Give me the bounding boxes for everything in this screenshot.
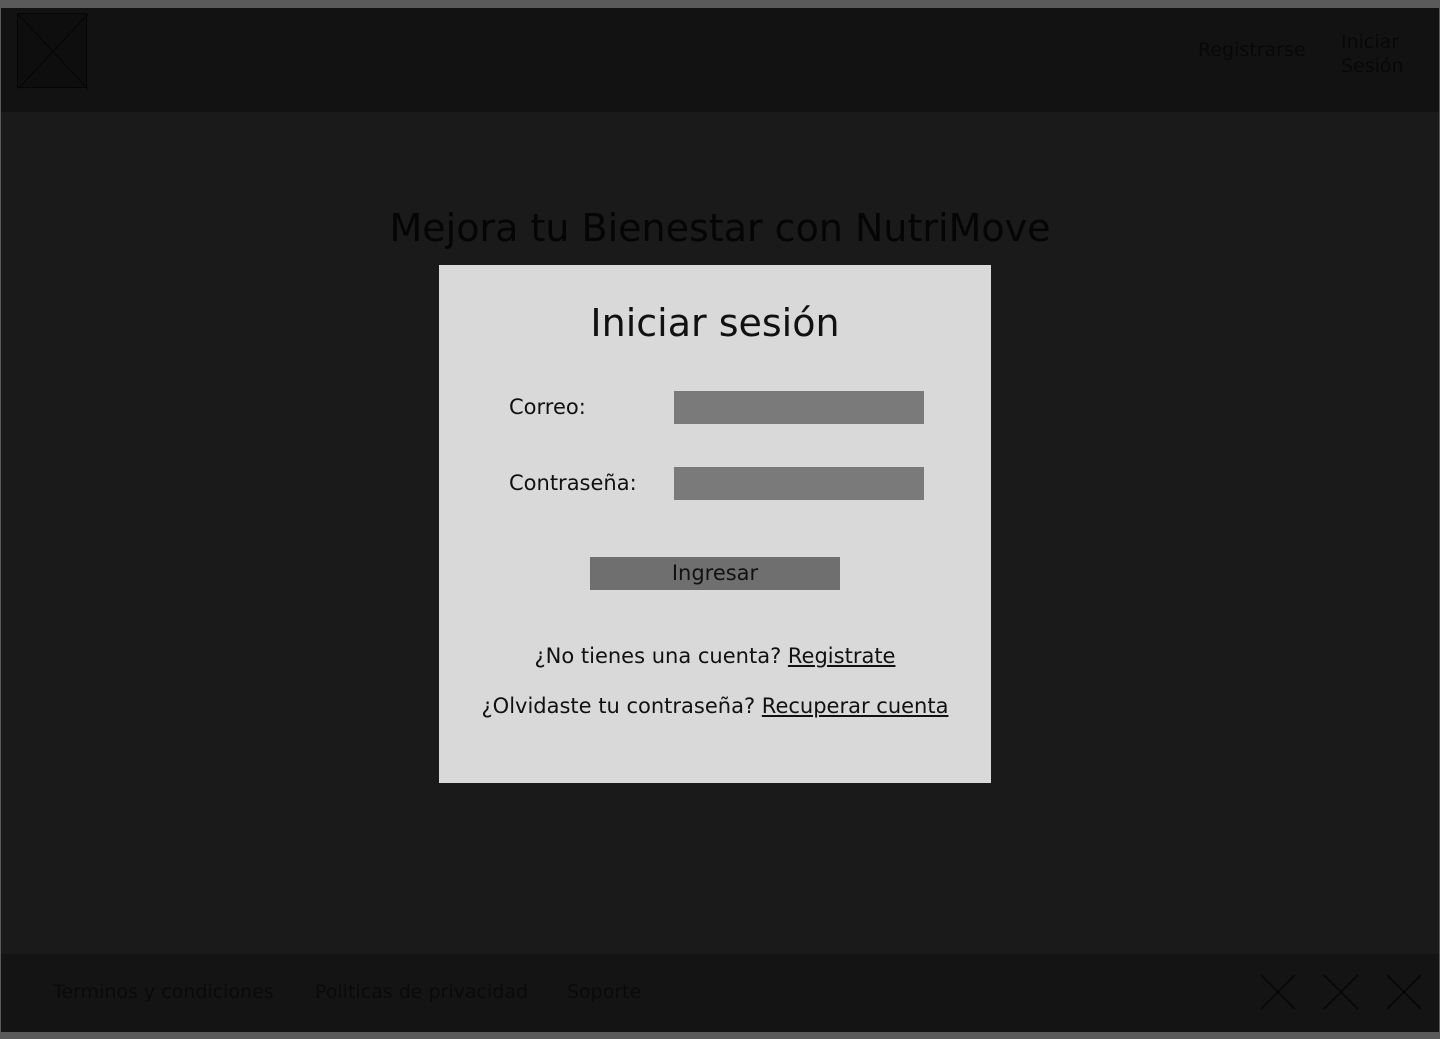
register-prompt: ¿No tienes una cuenta? Registrate bbox=[439, 642, 991, 670]
email-label: Correo: bbox=[509, 395, 586, 419]
social-placeholder-icon[interactable] bbox=[1260, 974, 1296, 1010]
recover-account-link[interactable]: Recuperar cuenta bbox=[762, 694, 949, 718]
nav-login-label-line2: Sesión bbox=[1341, 55, 1404, 77]
social-placeholder-icon[interactable] bbox=[1386, 974, 1422, 1010]
footer-terms-link[interactable]: Terminos y condiciones bbox=[53, 980, 274, 1004]
site-header: Registrarse Iniciar Sesión bbox=[1, 8, 1439, 112]
modal-title: Iniciar sesión bbox=[590, 301, 840, 345]
email-field[interactable] bbox=[674, 391, 924, 424]
recover-prompt: ¿Olvidaste tu contraseña? Recuperar cuen… bbox=[439, 692, 991, 720]
page: Registrarse Iniciar Sesión Mejora tu Bie… bbox=[1, 8, 1439, 1032]
nav-login-label-line1: Iniciar bbox=[1341, 31, 1400, 53]
login-submit-button[interactable]: Ingresar bbox=[590, 557, 840, 590]
password-field[interactable] bbox=[674, 467, 924, 500]
site-footer: Terminos y condiciones Politicas de priv… bbox=[1, 954, 1439, 1032]
password-label: Contraseña: bbox=[509, 471, 637, 495]
nav-login-link[interactable]: Iniciar Sesión bbox=[1341, 30, 1431, 78]
hero-title: Mejora tu Bienestar con NutriMove bbox=[389, 206, 1051, 250]
no-account-text: ¿No tienes una cuenta? bbox=[534, 644, 782, 668]
screen-frame: Registrarse Iniciar Sesión Mejora tu Bie… bbox=[0, 0, 1440, 1039]
social-placeholder-icon[interactable] bbox=[1323, 974, 1359, 1010]
image-placeholder-icon bbox=[18, 14, 88, 89]
forgot-password-text: ¿Olvidaste tu contraseña? bbox=[481, 694, 756, 718]
login-modal: Iniciar sesión Correo: Contraseña: Ingre… bbox=[439, 265, 991, 783]
logo[interactable] bbox=[17, 13, 88, 89]
footer-support-link[interactable]: Soporte bbox=[567, 980, 641, 1004]
nav-register-link[interactable]: Registrarse bbox=[1198, 38, 1306, 62]
footer-privacy-link[interactable]: Politicas de privacidad bbox=[315, 980, 528, 1004]
register-link[interactable]: Registrate bbox=[788, 644, 896, 668]
